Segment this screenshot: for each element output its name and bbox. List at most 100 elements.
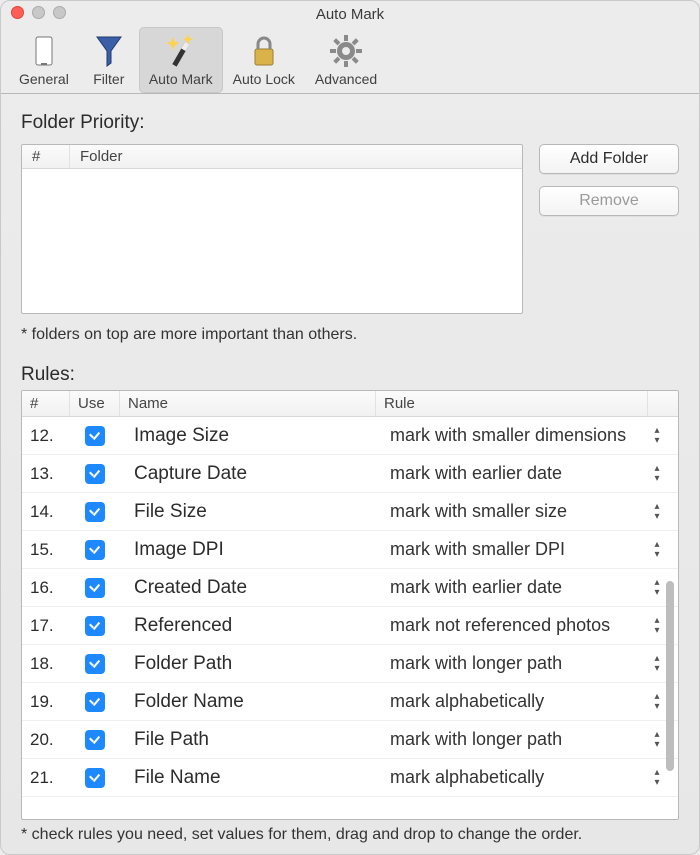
rule-value[interactable]: mark with longer path bbox=[376, 729, 648, 750]
table-row[interactable]: 19.Folder Namemark alphabetically▴▾ bbox=[22, 683, 678, 721]
folder-col-folder[interactable]: Folder bbox=[70, 145, 522, 168]
rule-number: 20. bbox=[22, 730, 70, 750]
window-title: Auto Mark bbox=[1, 3, 699, 23]
folder-col-num[interactable]: # bbox=[22, 145, 70, 168]
table-row[interactable]: 13.Capture Datemark with earlier date▴▾ bbox=[22, 455, 678, 493]
rule-use-checkbox[interactable] bbox=[85, 616, 105, 636]
tab-auto-lock[interactable]: Auto Lock bbox=[223, 27, 305, 93]
rule-name: Folder Name bbox=[120, 691, 376, 713]
window-controls bbox=[11, 6, 66, 19]
rule-use-cell bbox=[70, 578, 120, 598]
rule-value[interactable]: mark not referenced photos bbox=[376, 615, 648, 636]
rules-header: # Use Name Rule bbox=[22, 391, 678, 417]
table-row[interactable]: 17. Referencedmark not referenced photos▴… bbox=[22, 607, 678, 645]
tab-filter[interactable]: Filter bbox=[79, 27, 139, 93]
rule-name: Image DPI bbox=[120, 539, 376, 561]
rules-section: Rules: # Use Name Rule 12.Image Sizemark… bbox=[21, 364, 679, 844]
table-row[interactable]: 20. File Pathmark with longer path▴▾ bbox=[22, 721, 678, 759]
stepper-icon: ▴▾ bbox=[648, 614, 666, 638]
gear-icon bbox=[326, 31, 366, 71]
folder-priority-label: Folder Priority: bbox=[21, 112, 679, 134]
lock-icon bbox=[244, 31, 284, 71]
tab-general[interactable]: General bbox=[9, 27, 79, 93]
tab-advanced[interactable]: Advanced bbox=[305, 27, 387, 93]
folder-priority-table[interactable]: # Folder bbox=[21, 144, 523, 314]
rule-name: File Size bbox=[120, 501, 376, 523]
content-area: Folder Priority: # Folder Add Folder Rem… bbox=[1, 94, 699, 854]
close-window-button[interactable] bbox=[11, 6, 24, 19]
rule-name: Created Date bbox=[120, 577, 376, 599]
rule-use-checkbox[interactable] bbox=[85, 426, 105, 446]
rule-use-checkbox[interactable] bbox=[85, 730, 105, 750]
rule-value[interactable]: mark with earlier date bbox=[376, 463, 648, 484]
rule-use-checkbox[interactable] bbox=[85, 578, 105, 598]
rule-use-checkbox[interactable] bbox=[85, 692, 105, 712]
rule-number: 15. bbox=[22, 540, 70, 560]
tab-label: Advanced bbox=[315, 71, 377, 87]
rule-name: Folder Path bbox=[120, 653, 376, 675]
rules-scrollbar-track[interactable] bbox=[666, 421, 676, 815]
funnel-icon bbox=[89, 31, 129, 71]
rules-col-num[interactable]: # bbox=[22, 391, 70, 416]
rules-col-name[interactable]: Name bbox=[120, 391, 376, 416]
folder-side-buttons: Add Folder Remove bbox=[539, 144, 679, 216]
magic-wand-icon bbox=[161, 31, 201, 71]
rule-value[interactable]: mark with smaller size bbox=[376, 501, 648, 522]
tab-label: Auto Lock bbox=[233, 71, 295, 87]
stepper-icon: ▴▾ bbox=[648, 500, 666, 524]
rules-hint: * check rules you need, set values for t… bbox=[21, 826, 679, 844]
rule-name: Referenced bbox=[120, 615, 376, 637]
add-folder-button[interactable]: Add Folder bbox=[539, 144, 679, 174]
rule-use-cell bbox=[70, 768, 120, 788]
table-row[interactable]: 21. File Namemark alphabetically▴▾ bbox=[22, 759, 678, 797]
rule-use-cell bbox=[70, 654, 120, 674]
rule-use-checkbox[interactable] bbox=[85, 502, 105, 522]
rule-number: 16. bbox=[22, 578, 70, 598]
rule-value[interactable]: mark with smaller dimensions bbox=[376, 425, 648, 446]
rules-body[interactable]: 12. Image Sizemark with smaller dimension… bbox=[22, 417, 678, 819]
rule-name: File Name bbox=[120, 767, 376, 789]
tab-label: Filter bbox=[93, 71, 124, 87]
rule-number: 19. bbox=[22, 692, 70, 712]
rules-scrollbar-thumb[interactable] bbox=[666, 581, 674, 771]
rule-use-checkbox[interactable] bbox=[85, 540, 105, 560]
rule-number: 17. bbox=[22, 616, 70, 636]
table-row[interactable]: 14.File Sizemark with smaller size▴▾ bbox=[22, 493, 678, 531]
rules-label: Rules: bbox=[21, 364, 679, 386]
rule-use-cell bbox=[70, 616, 120, 636]
titlebar: Auto Mark bbox=[1, 1, 699, 25]
rule-value[interactable]: mark with smaller DPI bbox=[376, 539, 648, 560]
tab-label: Auto Mark bbox=[149, 71, 213, 87]
rule-use-cell bbox=[70, 540, 120, 560]
stepper-icon: ▴▾ bbox=[648, 728, 666, 752]
table-row[interactable]: 16. Created Datemark with earlier date▴▾ bbox=[22, 569, 678, 607]
rules-col-spacer bbox=[648, 391, 678, 416]
rule-number: 12. bbox=[22, 426, 70, 446]
table-row[interactable]: 12. Image Sizemark with smaller dimension… bbox=[22, 417, 678, 455]
zoom-window-button[interactable] bbox=[53, 6, 66, 19]
rule-use-checkbox[interactable] bbox=[85, 768, 105, 788]
table-row[interactable]: 15.Image DPImark with smaller DPI▴▾ bbox=[22, 531, 678, 569]
table-row[interactable]: 18.Folder Pathmark with longer path▴▾ bbox=[22, 645, 678, 683]
rule-value[interactable]: mark alphabetically bbox=[376, 767, 648, 788]
preferences-window: Auto Mark General Filter bbox=[0, 0, 700, 855]
rules-col-rule[interactable]: Rule bbox=[376, 391, 648, 416]
rule-use-cell bbox=[70, 464, 120, 484]
rule-number: 21. bbox=[22, 768, 70, 788]
tab-label: General bbox=[19, 71, 69, 87]
stepper-icon: ▴▾ bbox=[648, 576, 666, 600]
minimize-window-button[interactable] bbox=[32, 6, 45, 19]
rule-value[interactable]: mark alphabetically bbox=[376, 691, 648, 712]
folder-priority-hint: * folders on top are more important than… bbox=[21, 326, 679, 344]
stepper-icon: ▴▾ bbox=[648, 766, 666, 790]
rule-value[interactable]: mark with longer path bbox=[376, 653, 648, 674]
rule-name: File Path bbox=[120, 729, 376, 751]
rule-use-checkbox[interactable] bbox=[85, 654, 105, 674]
rule-name: Image Size bbox=[120, 425, 376, 447]
rule-use-checkbox[interactable] bbox=[85, 464, 105, 484]
rule-value[interactable]: mark with earlier date bbox=[376, 577, 648, 598]
rule-number: 18. bbox=[22, 654, 70, 674]
folder-table-header: # Folder bbox=[22, 145, 522, 169]
tab-auto-mark[interactable]: Auto Mark bbox=[139, 27, 223, 93]
rules-col-use[interactable]: Use bbox=[70, 391, 120, 416]
